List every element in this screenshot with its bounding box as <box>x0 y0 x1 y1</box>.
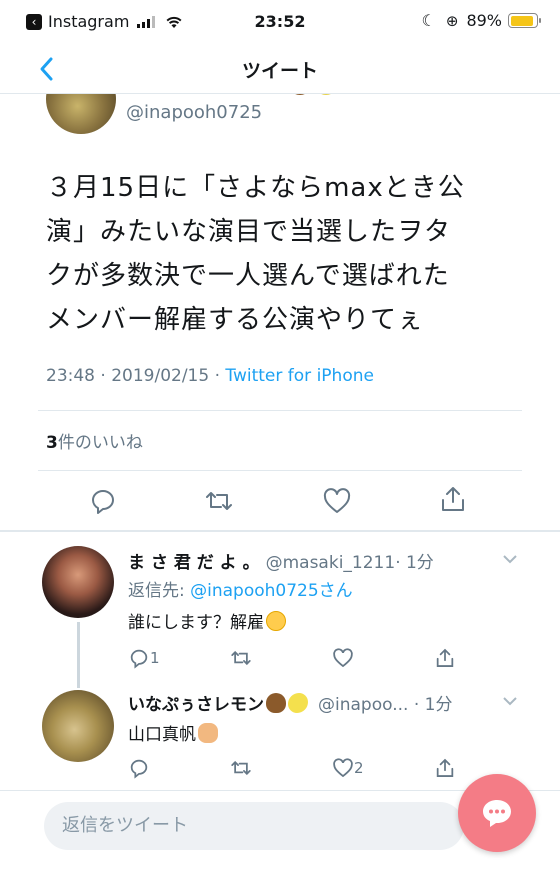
reply-button[interactable] <box>128 756 150 780</box>
share-icon <box>442 487 464 511</box>
reply-body: 山口真帆 <box>128 725 196 745</box>
upside-down-face-icon <box>266 611 286 631</box>
reply-author-handle: @inapoo... <box>318 695 409 715</box>
avatar[interactable] <box>42 546 114 618</box>
reply-text: 誰にします？解雇 <box>128 608 286 633</box>
likes-number: 3 <box>46 433 58 453</box>
retweet-icon <box>206 492 232 510</box>
reply-header: ま さ 君 だ よ 。 @masaki_1211· 1分 <box>128 548 434 573</box>
reply-author-name[interactable]: いなぷぅさレモン <box>128 695 264 715</box>
reply-to-label: 返信先: <box>128 581 191 601</box>
divider <box>38 470 522 471</box>
reply-to-mention[interactable]: @inapooh0725さん <box>190 581 353 601</box>
page-title: ツイート <box>241 60 318 82</box>
reply-icon <box>92 490 114 514</box>
avatar[interactable] <box>42 690 114 762</box>
reply-author-handle: @masaki_1211 <box>265 553 396 573</box>
share-button[interactable] <box>438 484 468 514</box>
heart-icon <box>333 648 353 668</box>
tweet-text-line: 演」みたいな演目で当選したヲタ <box>46 217 452 247</box>
tweet-actions <box>0 480 560 524</box>
battery-level <box>510 15 533 26</box>
likes-count[interactable]: 3件のいいね <box>46 428 143 453</box>
reply-button[interactable]: 1 <box>128 646 160 670</box>
name-emoji-icon <box>295 94 331 95</box>
divider <box>38 410 522 411</box>
section-divider <box>0 530 560 532</box>
share-button[interactable] <box>434 646 456 670</box>
reply-count: 1 <box>150 649 160 667</box>
chevron-down-icon[interactable] <box>502 554 518 564</box>
like-count: 2 <box>354 759 364 777</box>
do-not-disturb-icon: ☾ <box>421 11 436 30</box>
reply-icon <box>130 649 148 669</box>
tweet-text-line: メンバー解雇する公演やりてぇ <box>46 305 425 335</box>
tweet-author[interactable]: @inapooh0725 <box>46 94 560 144</box>
heart-icon <box>333 758 353 778</box>
nav-header: ツイート <box>0 44 560 94</box>
battery-icon <box>508 13 541 28</box>
reply-actions: 2 <box>128 756 468 782</box>
tweet-text: ３月15日に「さよならmaxとき公 演」みたいな演目で当選したヲタ クが多数決で… <box>46 166 516 342</box>
author-handle: @inapooh0725 <box>126 102 263 123</box>
retweet-button[interactable] <box>230 646 252 670</box>
battery-percent: 89% <box>466 11 502 30</box>
share-icon <box>436 758 454 777</box>
like-button[interactable]: 2 <box>332 756 364 780</box>
reply-to: 返信先: @inapooh0725さん <box>128 576 353 601</box>
chevron-down-icon[interactable] <box>502 696 518 706</box>
like-button[interactable] <box>332 646 354 670</box>
reply-time: · 1分 <box>408 695 453 715</box>
tweet-text-line: クが多数決で一人選んで選ばれた <box>46 261 450 291</box>
retweet-button[interactable] <box>204 486 234 516</box>
reply-author-name[interactable]: ま さ 君 だ よ 。 <box>128 553 260 573</box>
likes-label: 件のいいね <box>57 433 143 453</box>
lemon-icon <box>288 693 308 713</box>
retweet-icon <box>231 760 251 776</box>
avatar[interactable] <box>46 94 116 134</box>
reply-header: いなぷぅさレモン @inapoo... · 1分 <box>128 690 452 715</box>
orientation-lock-icon: ⊕ <box>445 11 459 30</box>
chat-bubble-icon <box>483 800 511 827</box>
tweet-source-link[interactable]: Twitter for iPhone <box>225 366 374 386</box>
reply-body: 誰にします？解雇 <box>128 613 264 633</box>
share-button[interactable] <box>434 756 456 780</box>
like-button[interactable] <box>322 486 352 516</box>
reply-compose-input[interactable]: 返信をツイート <box>44 802 464 850</box>
retweet-button[interactable] <box>230 756 252 780</box>
reply-icon <box>130 759 148 779</box>
reply-text: 山口真帆 <box>128 720 218 745</box>
reply-actions: 1 <box>128 646 468 672</box>
tweet-text-line: ３月15日に「さよならmaxとき公 <box>46 173 465 203</box>
thread-line <box>77 622 80 688</box>
new-message-button[interactable] <box>458 774 536 852</box>
status-bar: ‹ Instagram 23:52 ☾ ⊕ 89% <box>0 0 560 44</box>
tweet-time: 23:48 · 2019/02/15 · <box>46 366 226 386</box>
reply-button[interactable] <box>88 486 118 516</box>
retweet-icon <box>231 650 251 666</box>
bear-icon <box>266 693 286 713</box>
heart-icon <box>323 488 351 513</box>
share-icon <box>436 648 454 667</box>
reply-time: · 1分 <box>395 553 434 573</box>
tweet-timestamp: 23:48 · 2019/02/15 · Twitter for iPhone <box>46 366 374 386</box>
person-raising-hand-icon <box>198 723 218 743</box>
